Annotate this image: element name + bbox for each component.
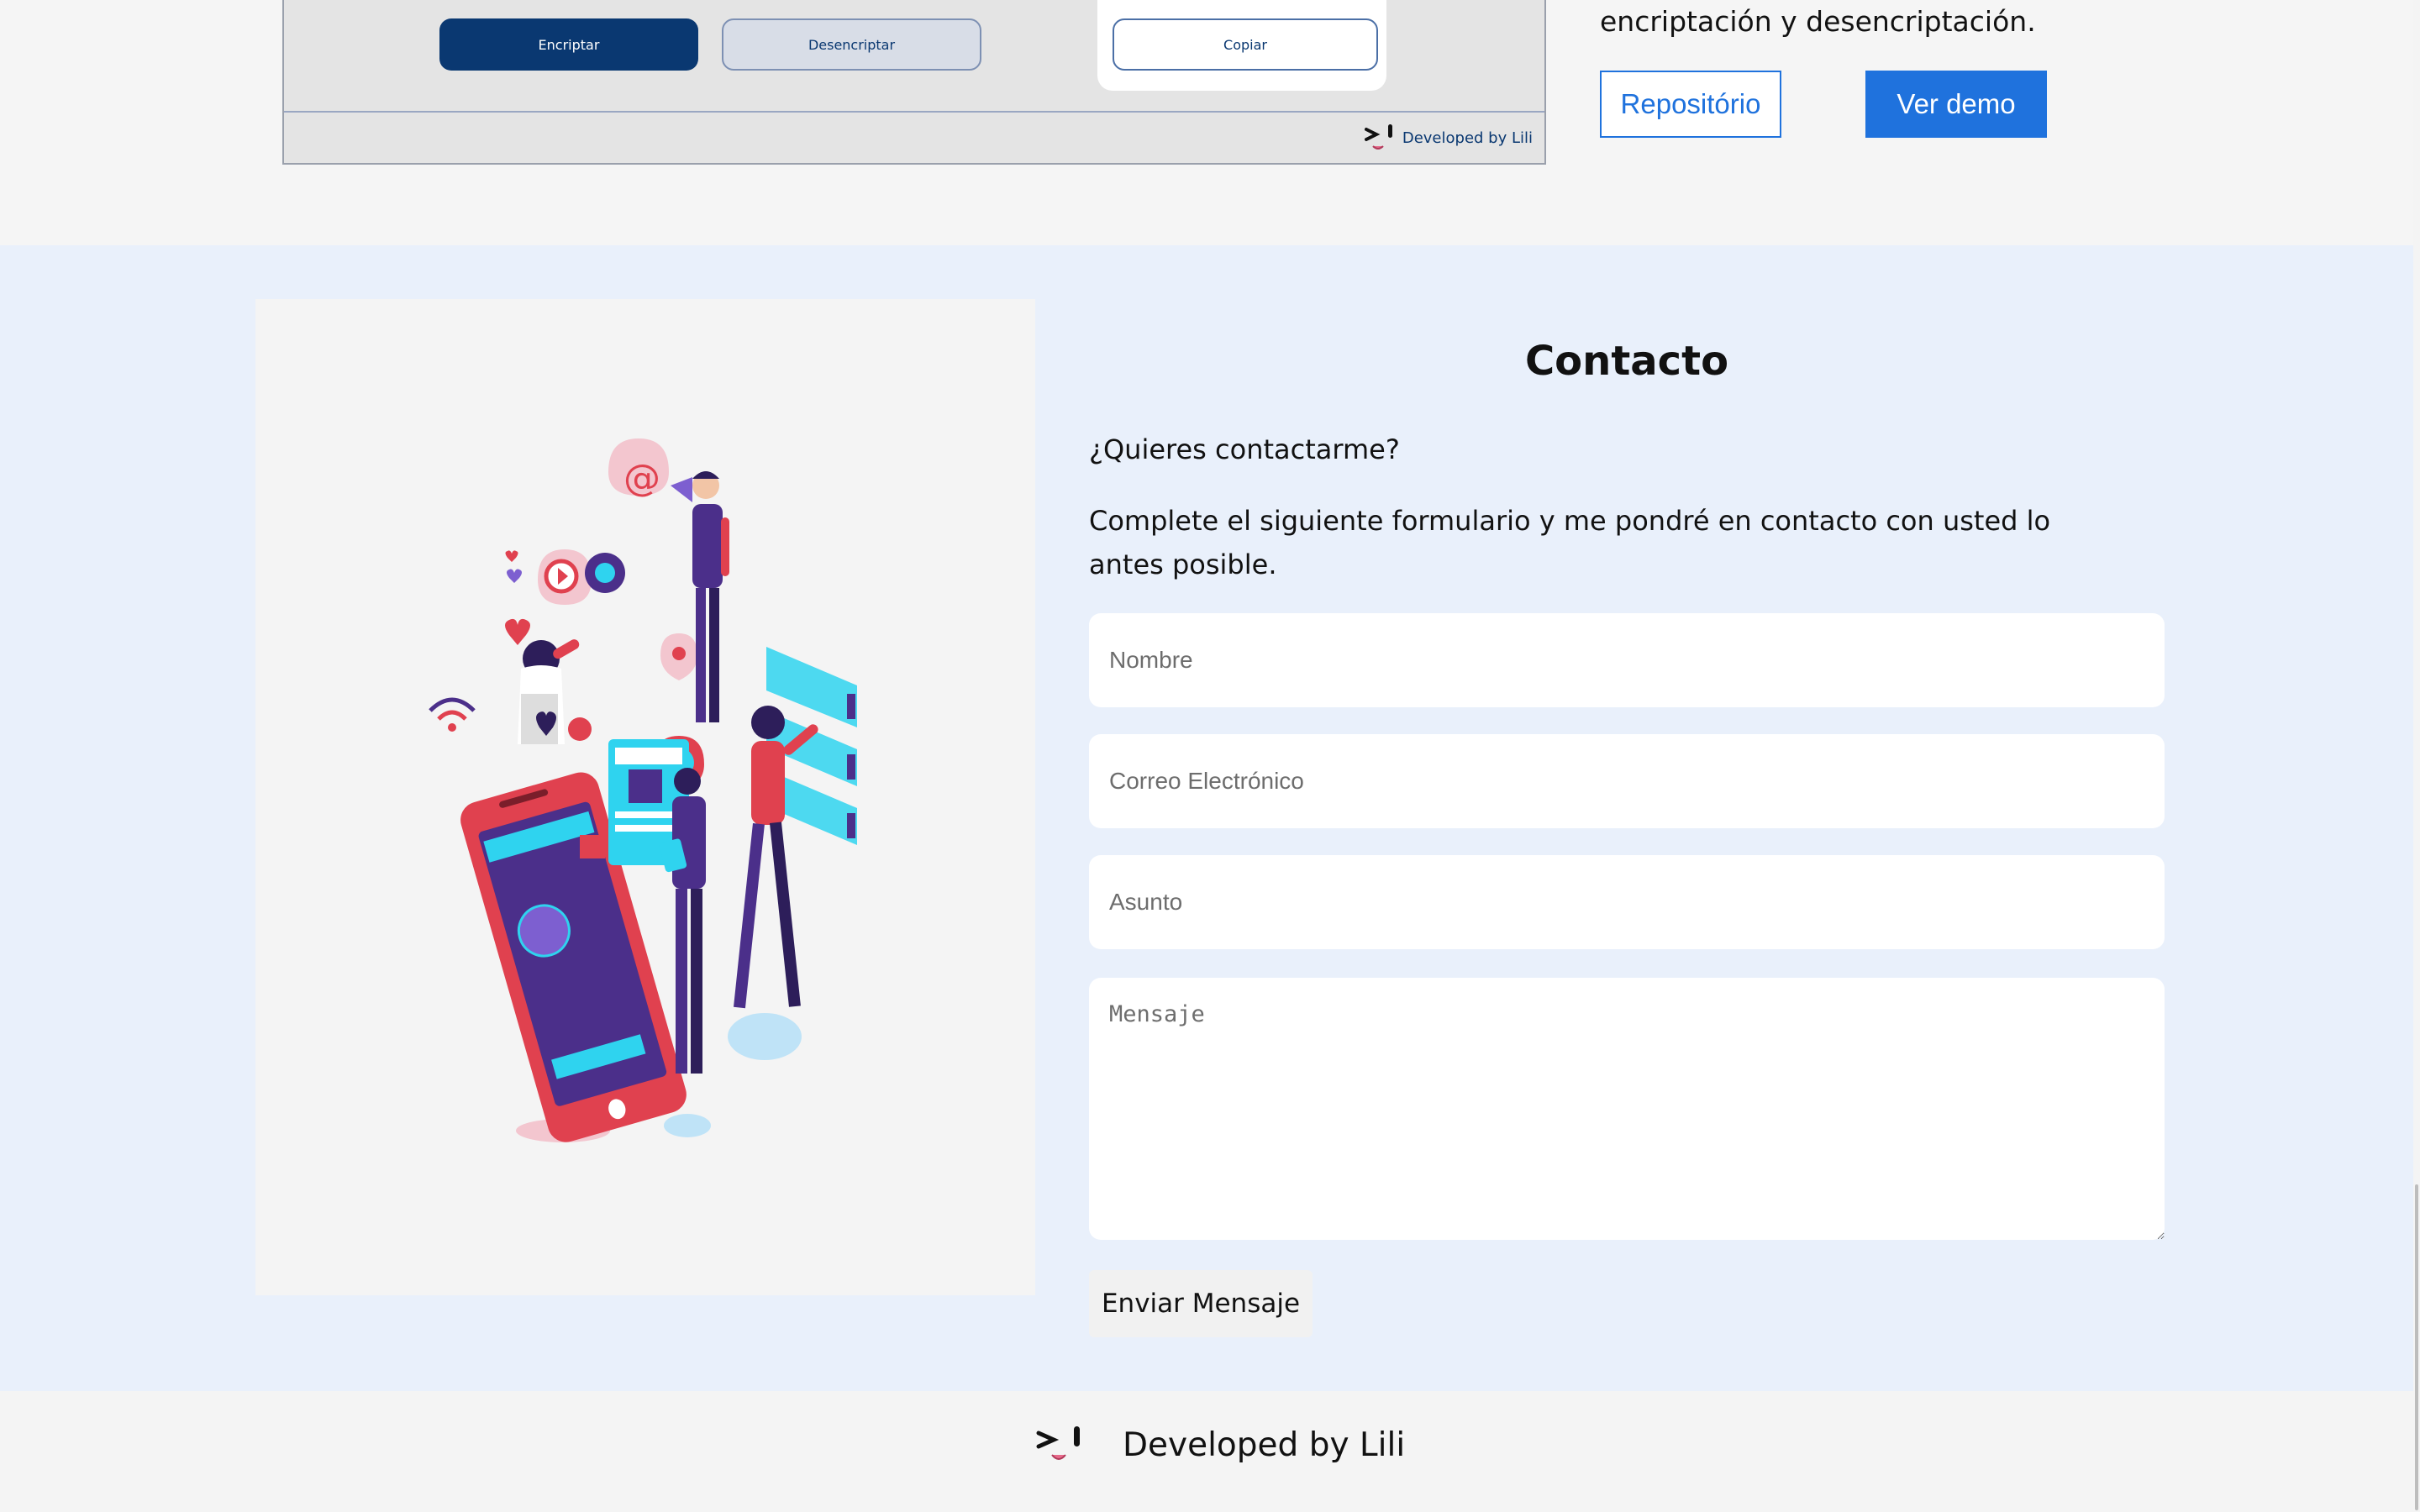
project-description: encriptación y desencriptación. [1600, 5, 2036, 38]
copy-panel-preview: Copiar [1097, 0, 1386, 91]
copy-button-preview: Copiar [1113, 18, 1378, 71]
decrypt-button-preview: Desencriptar [722, 18, 981, 71]
contact-question: ¿Quieres contactarme? [1089, 433, 1400, 465]
scrollbar-thumb[interactable] [2415, 1184, 2418, 1510]
view-demo-button[interactable]: Ver demo [1865, 71, 2047, 138]
preview-footer: Developed by Lili [284, 111, 1544, 163]
footer-credit: Developed by Lili [1123, 1426, 1406, 1464]
contact-section: @ Contacto ¿Quieres contactarme? Complet… [0, 245, 2420, 1391]
contact-illustration: @ [255, 299, 1035, 1295]
project-preview-image: Encriptar Desencriptar Copiar Developed … [282, 0, 1546, 165]
project-section: Encriptar Desencriptar Copiar Developed … [0, 0, 2420, 245]
lili-logo-icon [1036, 1426, 1080, 1460]
site-footer: Developed by Lili [0, 1391, 2420, 1512]
send-message-button[interactable]: Enviar Mensaje [1089, 1270, 1313, 1337]
social-media-illustration: @ [429, 438, 857, 1142]
lili-logo-icon [1365, 124, 1392, 150]
contact-title: Contacto [1524, 338, 1729, 385]
repository-button[interactable]: Repositório [1600, 71, 1781, 138]
scrollbar[interactable] [2413, 0, 2420, 1512]
message-textarea[interactable] [1089, 978, 2165, 1240]
contact-description: Complete el siguiente formulario y me po… [1089, 505, 2051, 580]
name-input[interactable] [1089, 613, 2165, 707]
encrypt-button-preview: Encriptar [439, 18, 698, 71]
subject-input[interactable] [1089, 855, 2165, 949]
svg-text:@: @ [623, 457, 660, 500]
preview-footer-text: Developed by Lili [1402, 129, 1533, 147]
email-input[interactable] [1089, 734, 2165, 828]
